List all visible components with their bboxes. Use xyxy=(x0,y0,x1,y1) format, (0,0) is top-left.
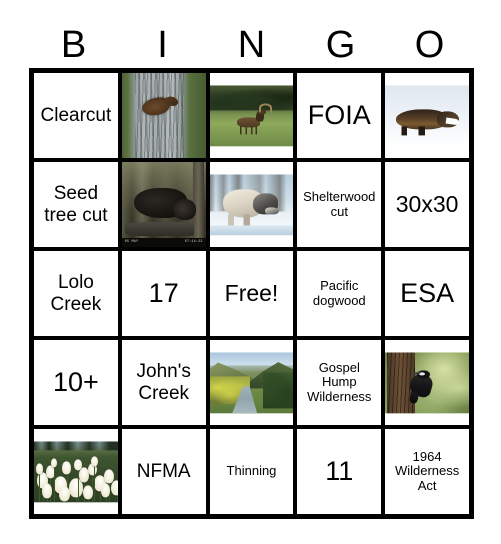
bingo-cell-label: Lolo Creek xyxy=(50,272,102,315)
bingo-cell-n3-free-space[interactable]: Free! xyxy=(207,249,296,338)
bingo-cell-label: NFMA xyxy=(136,460,191,482)
black-backed-woodpecker-photo xyxy=(385,351,469,414)
bingo-cell-label: 30x30 xyxy=(395,190,459,217)
bingo-card: B I N G O Clearcut FOIA Seed tree cut 05 MAY 07:… xyxy=(0,0,501,544)
bingo-cell-label: 10+ xyxy=(52,367,99,398)
bingo-cell-o4-image[interactable] xyxy=(383,338,471,427)
bingo-cell-label: 17 xyxy=(148,278,179,309)
gray-wolf-in-snow-photo xyxy=(209,173,294,236)
bingo-cell-i3-text[interactable]: 17 xyxy=(119,249,208,338)
black-bear-trail-camera-photo: 05 MAY 07:14:22 xyxy=(121,162,206,247)
bingo-cell-label: Free! xyxy=(224,279,279,306)
bingo-cell-g2-text[interactable]: Shelterwood cut xyxy=(295,160,384,249)
bingo-cell-n2-image[interactable] xyxy=(207,160,296,249)
bingo-cell-label: Seed tree cut xyxy=(44,183,108,226)
bingo-cell-label: 1964 Wilderness Act xyxy=(394,448,460,493)
river-canyon-autumn-photo xyxy=(209,351,294,414)
bingo-cell-n4-image[interactable] xyxy=(207,338,296,427)
trail-cam-stamp-right: 07:14:22 xyxy=(184,240,203,245)
bingo-cell-o5-text[interactable]: 1964 Wilderness Act xyxy=(383,427,471,516)
bingo-cell-g3-text[interactable]: Pacific dogwood xyxy=(295,249,384,338)
bingo-cell-o2-text[interactable]: 30x30 xyxy=(383,160,471,249)
bingo-cell-label: Pacific dogwood xyxy=(312,277,366,308)
bingo-cell-label: ESA xyxy=(400,278,455,309)
wolverine-on-snow-photo xyxy=(385,84,469,147)
bingo-cell-label: Gospel Hump Wilderness xyxy=(307,359,372,404)
bingo-cell-o1-image[interactable] xyxy=(383,71,471,160)
bingo-header-letter-b: B xyxy=(60,24,87,66)
bingo-header-letter-i: I xyxy=(157,24,168,66)
bingo-cell-i2-image[interactable]: 05 MAY 07:14:22 xyxy=(119,160,208,249)
bingo-cell-label: Clearcut xyxy=(40,104,112,126)
trail-cam-stamp-left: 05 MAY xyxy=(124,240,139,245)
bingo-cell-label: 11 xyxy=(325,456,354,487)
bingo-header-letter-o: O xyxy=(414,24,445,66)
bingo-cell-n1-image[interactable] xyxy=(207,71,296,160)
bingo-cell-o3-text[interactable]: ESA xyxy=(383,249,471,338)
bingo-header-letter-g: G xyxy=(325,24,356,66)
bingo-cell-b4-text[interactable]: 10+ xyxy=(32,338,120,427)
bingo-cell-b5-image[interactable] xyxy=(32,427,120,516)
beargrass-blooms-photo xyxy=(34,440,118,503)
bingo-cell-i5-text[interactable]: NFMA xyxy=(119,427,208,516)
bingo-cell-b2-text[interactable]: Seed tree cut xyxy=(32,160,120,249)
bingo-cell-n5-text[interactable]: Thinning xyxy=(207,427,296,516)
bingo-cell-label: Thinning xyxy=(226,463,277,479)
bingo-cell-label: FOIA xyxy=(307,100,371,131)
pine-marten-on-tree-trunk-photo xyxy=(121,73,206,158)
bingo-header: BINGO xyxy=(29,22,474,68)
bingo-grid: Clearcut FOIA Seed tree cut 05 MAY 07:14:22 S… xyxy=(29,68,474,519)
bingo-cell-g5-text[interactable]: 11 xyxy=(295,427,384,516)
elk-in-meadow-photo xyxy=(209,84,294,147)
bingo-cell-label: John's Creek xyxy=(136,361,191,404)
bingo-cell-g4-text[interactable]: Gospel Hump Wilderness xyxy=(295,338,384,427)
bingo-cell-i4-text[interactable]: John's Creek xyxy=(119,338,208,427)
bingo-cell-b3-text[interactable]: Lolo Creek xyxy=(32,249,120,338)
bingo-cell-b1-text[interactable]: Clearcut xyxy=(32,71,120,160)
bingo-cell-g1-text[interactable]: FOIA xyxy=(295,71,384,160)
bingo-header-letter-n: N xyxy=(237,24,266,66)
bingo-cell-i1-image[interactable] xyxy=(119,71,208,160)
bingo-cell-label: Shelterwood cut xyxy=(303,188,376,219)
